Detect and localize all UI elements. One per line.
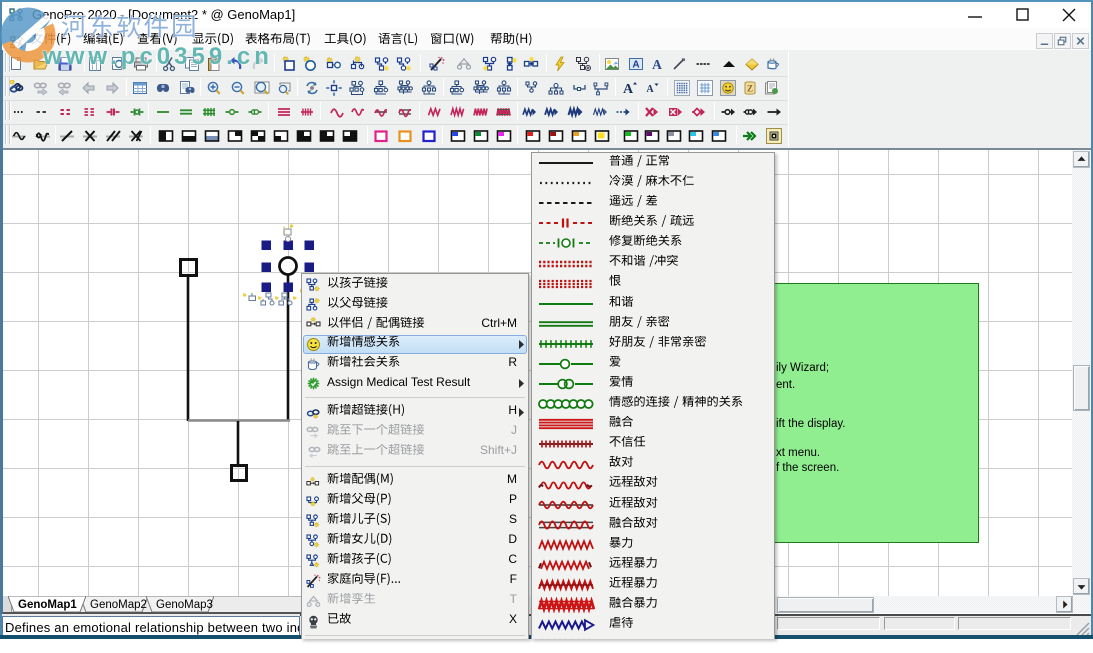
svg-text:Z: Z — [747, 83, 753, 93]
svg-text:A: A — [632, 59, 639, 70]
svg-text:A: A — [652, 57, 662, 72]
svg-text:A: A — [623, 82, 634, 96]
svg-text:A: A — [646, 84, 654, 95]
